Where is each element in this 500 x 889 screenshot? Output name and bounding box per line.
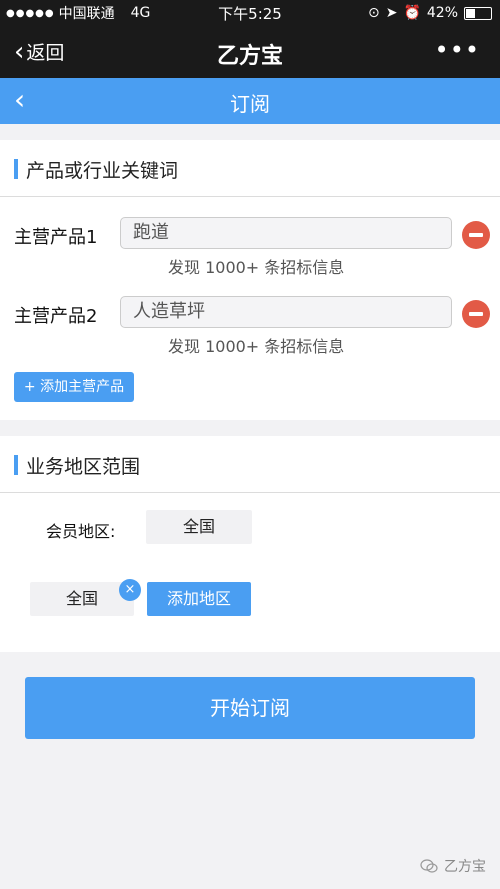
found-count-1: 发现 1000+ 条招标信息 xyxy=(168,258,345,277)
product-label-1: 主营产品1 xyxy=(14,227,98,248)
region-section-title: 业务地区范围 xyxy=(14,454,141,478)
add-product-button[interactable]: + 添加主营产品 xyxy=(14,372,134,402)
wechat-logo-icon xyxy=(420,859,438,873)
watermark: 乙方宝 xyxy=(420,856,486,876)
divider xyxy=(0,196,500,197)
section-title-text: 产品或行业关键词 xyxy=(26,159,179,182)
section-title-text: 业务地区范围 xyxy=(26,455,141,478)
location-icon: ➤ xyxy=(385,5,398,21)
member-region-value: 全国 xyxy=(146,510,252,544)
status-right: ⊙ ➤ ⏰ 42% xyxy=(368,5,492,21)
page-header: ‹ 订阅 xyxy=(0,78,500,124)
more-options-icon[interactable]: ••• xyxy=(435,36,480,64)
remove-product-1-icon[interactable] xyxy=(462,221,490,249)
remove-product-2-icon[interactable] xyxy=(462,300,490,328)
remove-region-icon[interactable]: × xyxy=(119,579,141,601)
divider xyxy=(0,492,500,493)
product-input-1[interactable]: 跑道 xyxy=(120,217,452,249)
watermark-text: 乙方宝 xyxy=(444,859,486,875)
add-region-button[interactable]: 添加地区 xyxy=(147,582,251,616)
page-title: 订阅 xyxy=(230,92,270,116)
alarm-icon: ⏰ xyxy=(403,5,421,21)
section-accent-bar xyxy=(14,159,18,179)
start-subscribe-button[interactable]: 开始订阅 xyxy=(25,677,475,739)
product-label-2: 主营产品2 xyxy=(14,306,98,327)
status-bar: ●●●●● 中国联通 4G 下午5:25 ⊙ ➤ ⏰ 42% xyxy=(0,0,500,26)
lock-rotation-icon: ⊙ xyxy=(367,5,380,21)
app-title: 乙方宝 xyxy=(216,44,283,69)
keywords-card: 产品或行业关键词 主营产品1 跑道 发现 1000+ 条招标信息 主营产品2 人… xyxy=(0,140,500,420)
battery-percent: 42% xyxy=(426,5,458,21)
keywords-section-title: 产品或行业关键词 xyxy=(14,158,179,182)
member-region-label: 会员地区: xyxy=(46,522,116,541)
found-count-2: 发现 1000+ 条招标信息 xyxy=(168,337,345,356)
wechat-nav-bar: ‹ 返回 乙方宝 ••• xyxy=(0,26,500,78)
battery-icon xyxy=(464,6,492,20)
product-input-2[interactable]: 人造草坪 xyxy=(120,296,452,328)
section-accent-bar xyxy=(14,455,18,475)
region-card: 业务地区范围 会员地区: xyxy=(0,436,500,652)
